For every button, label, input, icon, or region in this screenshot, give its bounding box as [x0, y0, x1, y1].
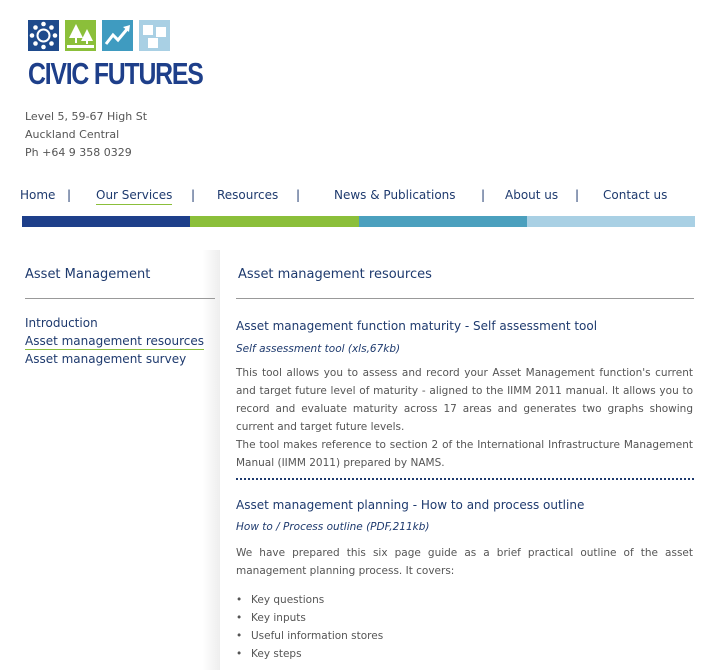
page-title: Asset management resources — [238, 267, 432, 282]
section-description: We have prepared this six page guide as … — [236, 547, 693, 577]
address-line-1: Level 5, 59-67 High St — [25, 110, 148, 123]
list-item: Key steps — [236, 645, 383, 663]
sidebar — [0, 250, 220, 670]
nav-about-us[interactable]: About us — [505, 188, 558, 202]
sidebar-item-asset-management-survey[interactable]: Asset management survey — [25, 352, 186, 366]
list-item: Key questions — [236, 591, 383, 609]
main-navigation: Home | Our Services | Resources | News &… — [0, 188, 725, 206]
nav-separator: | — [191, 188, 196, 202]
download-link[interactable]: Self assessment tool (xls,67kb) — [236, 343, 400, 355]
nav-news-publications[interactable]: News & Publications — [334, 188, 456, 202]
trend-chart-icon — [102, 20, 133, 51]
section-note: The tool makes reference to section 2 of… — [236, 439, 693, 469]
puzzle-icon — [139, 20, 170, 51]
section-title: Asset management function maturity - Sel… — [236, 319, 598, 333]
trees-icon — [65, 20, 96, 51]
bullet-list: Key questions Key inputs Useful informat… — [236, 591, 383, 663]
nav-separator: | — [481, 188, 486, 202]
list-item: Key inputs — [236, 609, 383, 627]
sidebar-item-asset-management-resources[interactable]: Asset management resources — [25, 334, 204, 350]
nav-separator: | — [67, 188, 72, 202]
section-title: Asset management planning - How to and p… — [236, 498, 585, 512]
download-link[interactable]: How to / Process outline (PDF,211kb) — [236, 521, 430, 533]
list-item: Useful information stores — [236, 627, 383, 645]
people-circle-icon — [28, 20, 59, 51]
brand-name: CIVIC FUTURES — [28, 56, 204, 91]
address-line-2: Auckland Central — [25, 128, 120, 141]
sidebar-item-introduction[interactable]: Introduction — [25, 316, 98, 330]
dotted-divider — [236, 478, 694, 480]
civic-futures-logo[interactable]: CIVIC FUTURES — [28, 20, 246, 89]
contact-address: Level 5, 59-67 High St Auckland Central … — [25, 108, 147, 162]
nav-separator: | — [296, 188, 301, 202]
nav-our-services[interactable]: Our Services — [96, 188, 173, 205]
nav-home[interactable]: Home — [20, 188, 55, 202]
phone-number: Ph +64 9 358 0329 — [25, 146, 132, 159]
sidebar-title: Asset Management — [25, 267, 151, 282]
section-description: This tool allows you to assess and recor… — [236, 367, 693, 433]
sidebar-divider — [25, 298, 215, 299]
color-stripe-bar — [22, 216, 695, 227]
title-divider — [236, 298, 694, 299]
nav-separator: | — [575, 188, 580, 202]
nav-resources[interactable]: Resources — [217, 188, 278, 202]
nav-contact-us[interactable]: Contact us — [603, 188, 667, 202]
